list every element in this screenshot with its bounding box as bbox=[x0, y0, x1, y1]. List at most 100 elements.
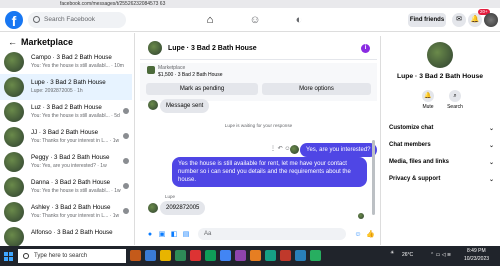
taskbar-app-icon[interactable] bbox=[190, 250, 201, 261]
conversation-name: Campo · 3 Bad 2 Bath House bbox=[31, 54, 112, 61]
outgoing-message-2: Yes the house is still available for ren… bbox=[172, 157, 367, 187]
like-icon[interactable]: 👍 bbox=[366, 230, 375, 239]
temperature-label[interactable]: 26°C bbox=[402, 252, 413, 258]
conversation-avatar bbox=[4, 202, 24, 222]
conversation-item[interactable]: Danna · 3 Bad 2 Bath House You: Yes the h… bbox=[0, 174, 132, 200]
sender-avatar bbox=[148, 100, 158, 110]
clock-date[interactable]: 10/23/2023 bbox=[464, 256, 489, 262]
conversation-name: Alfonso · 3 Bad 2 Bath House bbox=[31, 229, 113, 236]
search-input[interactable]: Search Facebook bbox=[28, 12, 126, 28]
image-icon[interactable]: ▣ bbox=[158, 230, 166, 239]
seen-avatar bbox=[123, 133, 129, 139]
system-tray-icons[interactable]: ⌃ ▭ ◁ ≋ bbox=[430, 252, 451, 258]
taskbar-app-icon[interactable] bbox=[175, 250, 186, 261]
mute-button[interactable]: 🔔 Mute bbox=[413, 90, 443, 110]
conversation-item[interactable]: Campo · 3 Bad 2 Bath House You: Yes the h… bbox=[0, 49, 132, 75]
info-icon[interactable]: i bbox=[361, 44, 370, 53]
message-actions[interactable]: ⋮ ↶ ☺ bbox=[270, 145, 291, 152]
details-row[interactable]: Media, files and links ⌄ bbox=[389, 159, 494, 166]
incoming-number-message: 2092872005 bbox=[160, 201, 206, 215]
listing-summary[interactable]: $1,500 · 3 Bad 2 Bath House bbox=[158, 72, 223, 78]
weather-icon[interactable]: ☀ bbox=[390, 250, 394, 256]
details-row[interactable]: Customize chat ⌄ bbox=[389, 125, 494, 132]
taskbar-app-icon[interactable] bbox=[145, 250, 156, 261]
taskbar-app-icon[interactable] bbox=[310, 250, 321, 261]
conversation-item[interactable]: Ashley · 3 Bad 2 Bath House You: Thanks f… bbox=[0, 199, 132, 225]
taskbar-app-icon[interactable] bbox=[235, 250, 246, 261]
windows-start-icon[interactable] bbox=[4, 252, 13, 261]
conversation-preview: You: Thanks for your interest in L... · … bbox=[31, 213, 120, 219]
details-row[interactable]: Chat members ⌄ bbox=[389, 142, 494, 149]
taskbar-search-input[interactable]: Type here to search bbox=[18, 249, 126, 263]
taskbar-app-icon[interactable] bbox=[265, 250, 276, 261]
chat-avatar[interactable] bbox=[148, 41, 162, 55]
sidebar-title: ← Marketplace bbox=[8, 37, 74, 47]
back-arrow-icon[interactable]: ← bbox=[8, 37, 17, 47]
listing-thumbnail[interactable] bbox=[147, 66, 155, 74]
chevron-down-icon: ⌄ bbox=[488, 177, 494, 183]
taskbar-app-icon[interactable] bbox=[160, 250, 171, 261]
conversation-avatar bbox=[4, 227, 24, 247]
search-icon bbox=[23, 253, 29, 259]
conversation-name: Lupe · 3 Bad 2 Bath House bbox=[31, 79, 106, 86]
avatar[interactable] bbox=[484, 13, 498, 27]
find-friends-button[interactable]: Find friends bbox=[408, 13, 446, 27]
chevron-down-icon: ⌄ bbox=[488, 160, 494, 166]
taskbar-app-icon[interactable] bbox=[205, 250, 216, 261]
conversation-name: Ashley · 3 Bad 2 Bath House bbox=[31, 204, 111, 211]
taskbar-app-icon[interactable] bbox=[220, 250, 231, 261]
conversation-avatar bbox=[4, 127, 24, 147]
emoji-icon[interactable]: ☺ bbox=[354, 230, 362, 239]
clock-time[interactable]: 8:49 PM bbox=[467, 248, 486, 254]
conversation-preview: You: Thanks for your interest in L... · … bbox=[31, 138, 120, 144]
sender-avatar bbox=[148, 203, 158, 213]
messenger-icon[interactable]: ✉ bbox=[452, 13, 466, 27]
sticker-icon[interactable]: ◧ bbox=[170, 230, 178, 239]
conversation-preview: You: Yes the house is still availabl... … bbox=[31, 63, 124, 69]
friends-icon[interactable]: ☺ bbox=[248, 13, 262, 27]
browser-url[interactable]: facebook.com/messages/t/25526232084573 6… bbox=[0, 0, 500, 8]
conversation-name: JJ · 3 Bad 2 Bath House bbox=[31, 129, 99, 136]
sender-name-label: Lupe bbox=[165, 194, 176, 199]
taskbar-app-icon[interactable] bbox=[280, 250, 291, 261]
seen-avatar bbox=[358, 213, 364, 219]
taskbar-app-icon[interactable] bbox=[250, 250, 261, 261]
conversation-preview: You: Yes the house is still availabl... … bbox=[31, 113, 120, 119]
chevron-down-icon: ⌄ bbox=[488, 126, 494, 132]
profile-avatar[interactable] bbox=[427, 42, 453, 68]
gaming-icon[interactable]: ◐ bbox=[292, 13, 306, 27]
message-sent-bubble: Message sent bbox=[160, 99, 210, 113]
conversation-avatar bbox=[4, 177, 24, 197]
more-options-button[interactable]: More options bbox=[262, 83, 371, 95]
search-icon: ⌕ bbox=[449, 90, 461, 102]
conversation-name: Danna · 3 Bad 2 Bath House bbox=[31, 179, 111, 186]
conversation-preview: You: Yes, are you interested? · 1w bbox=[31, 163, 107, 169]
chevron-down-icon: ⌄ bbox=[488, 143, 494, 149]
chat-header: Lupe · 3 Bad 2 Bath House i bbox=[140, 36, 377, 60]
conversation-name: Peggy · 3 Bad 2 Bath House bbox=[31, 154, 110, 161]
conversation-item[interactable]: Peggy · 3 Bad 2 Bath House You: Yes, are … bbox=[0, 149, 132, 175]
marketplace-label: Marketplace bbox=[158, 65, 186, 71]
conversation-avatar bbox=[4, 102, 24, 122]
conversation-item[interactable]: JJ · 3 Bad 2 Bath House You: Thanks for y… bbox=[0, 124, 132, 150]
details-row[interactable]: Privacy & support ⌄ bbox=[389, 176, 494, 183]
home-icon[interactable]: ⌂ bbox=[203, 13, 217, 27]
mic-icon[interactable]: ● bbox=[146, 230, 154, 239]
seen-avatar bbox=[123, 108, 129, 114]
profile-name: Lupe · 3 Bad 2 Bath House bbox=[396, 73, 484, 80]
gif-icon[interactable]: ▤ bbox=[182, 230, 190, 239]
facebook-logo[interactable]: f bbox=[5, 11, 23, 29]
chat-title[interactable]: Lupe · 3 Bad 2 Bath House bbox=[168, 45, 257, 52]
conversation-item[interactable]: Lupe · 3 Bad 2 Bath House Lupe: 209287200… bbox=[0, 74, 132, 100]
chat-scrollbar[interactable] bbox=[372, 140, 375, 215]
conversation-item[interactable]: Luz · 3 Bad 2 Bath House You: Yes the hou… bbox=[0, 99, 132, 125]
notifications-icon[interactable]: 🔔 bbox=[468, 13, 482, 27]
taskbar-app-icon[interactable] bbox=[130, 250, 141, 261]
taskbar-app-icon[interactable] bbox=[295, 250, 306, 261]
seen-avatar bbox=[123, 208, 129, 214]
conversation-avatar bbox=[4, 77, 24, 97]
message-input[interactable]: Aa bbox=[198, 228, 346, 240]
conversation-avatar bbox=[4, 52, 24, 72]
mark-pending-button[interactable]: Mark as pending bbox=[146, 83, 258, 95]
search-conversation-button[interactable]: ⌕ Search bbox=[440, 90, 470, 110]
